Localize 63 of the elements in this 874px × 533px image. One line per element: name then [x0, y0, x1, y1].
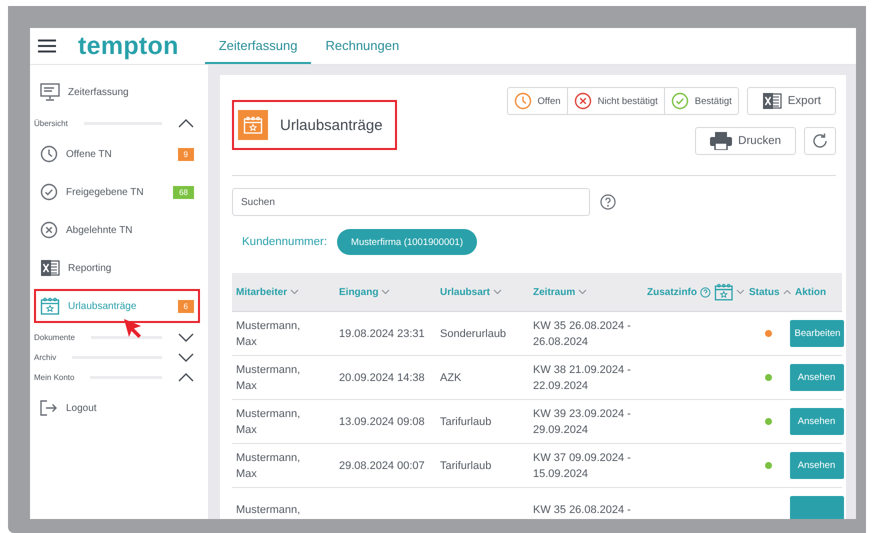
printer-icon	[710, 132, 732, 150]
table-cell-text: Mustermann, Max	[236, 362, 302, 394]
table-cell-text: Mustermann,	[236, 502, 302, 518]
table-cell: 13.09.2024 09:08	[339, 416, 425, 428]
table-cell: 29.08.2024 00:07	[339, 460, 425, 472]
cursor-arrow-icon	[122, 317, 144, 339]
section-toggle[interactable]: Dokumente	[34, 327, 200, 347]
logo: tempton	[78, 32, 179, 60]
table-cell: 19.08.2024 23:31	[339, 328, 425, 340]
refresh-button[interactable]	[804, 127, 836, 155]
table-cell-text: KW 35 26.08.2024 -	[533, 502, 632, 518]
calendar-tile-icon	[238, 110, 268, 140]
nav-tab[interactable]: Rechnungen	[311, 28, 414, 64]
sidebar-item[interactable]: Abgelehnte TN	[34, 213, 200, 247]
table-cell-text: KW 39 23.09.2024 - 29.09.2024	[533, 406, 632, 438]
count-badge: 6	[178, 300, 194, 312]
help-icon[interactable]	[600, 194, 616, 210]
print-button[interactable]: Drucken	[695, 127, 796, 155]
legend-item[interactable]: Bestätigt	[664, 88, 738, 114]
menu-button[interactable]	[36, 37, 58, 55]
spreadsheet-icon	[762, 92, 782, 110]
sidebar-item[interactable]: Logout	[34, 391, 200, 425]
spreadsheet-icon	[40, 259, 60, 277]
sidebar-item[interactable]: Zeiterfassung	[34, 75, 200, 109]
menu-icon	[38, 39, 56, 53]
clock-icon	[40, 145, 58, 163]
x-circle-icon	[40, 221, 58, 239]
chevron-up-icon	[178, 372, 194, 382]
chevron-down-icon	[178, 352, 194, 362]
table-cell-text: KW 38 21.09.2024 - 22.09.2024	[533, 362, 632, 394]
export-button[interactable]: Export	[746, 87, 836, 115]
legend-item[interactable]: Nicht bestätigt	[568, 88, 665, 114]
customer-label: Kundennummer:	[242, 236, 328, 248]
sidebar-item[interactable]: Offene TN 9	[34, 137, 200, 171]
logout-icon	[40, 400, 58, 416]
table-cell: Tarifurlaub	[440, 416, 492, 428]
calendar-icon	[714, 283, 734, 301]
refresh-icon	[811, 132, 829, 150]
section-toggle[interactable]: Übersicht	[34, 113, 200, 133]
table-cell-text: Mustermann, Max	[236, 450, 302, 482]
calendar-icon	[40, 297, 60, 315]
monitor-icon	[40, 83, 60, 101]
table-cell-text: KW 37 09.09.2024 - 15.09.2024	[533, 450, 632, 482]
section-toggle[interactable]: Archiv	[34, 347, 200, 367]
check-circle-icon	[40, 183, 58, 201]
count-badge: 9	[178, 148, 194, 160]
page-title-panel: Urlaubsanträge	[232, 100, 397, 150]
chevron-down-icon	[178, 332, 194, 342]
search-field[interactable]: Suchen	[232, 188, 590, 216]
section-toggle[interactable]: Mein Konto	[34, 367, 200, 387]
table-cell: AZK	[440, 372, 462, 384]
count-badge: 68	[173, 186, 194, 198]
sidebar-item[interactable]: Freigegebene TN 68	[34, 175, 200, 209]
help-icon	[700, 286, 711, 298]
table-cell: 20.09.2024 14:38	[339, 372, 425, 384]
chevron-up-icon	[178, 118, 194, 128]
table-cell-text: Mustermann, Max	[236, 406, 302, 438]
table-cell: Sonderurlaub	[440, 328, 506, 340]
sidebar-item[interactable]: Reporting	[34, 251, 200, 285]
table-cell: Tarifurlaub	[440, 460, 492, 472]
table-cell-text: Mustermann, Max	[236, 318, 302, 350]
legend-item[interactable]: Offen	[508, 88, 568, 114]
table-cell-text: KW 35 26.08.2024 - 26.08.2024	[533, 318, 632, 350]
